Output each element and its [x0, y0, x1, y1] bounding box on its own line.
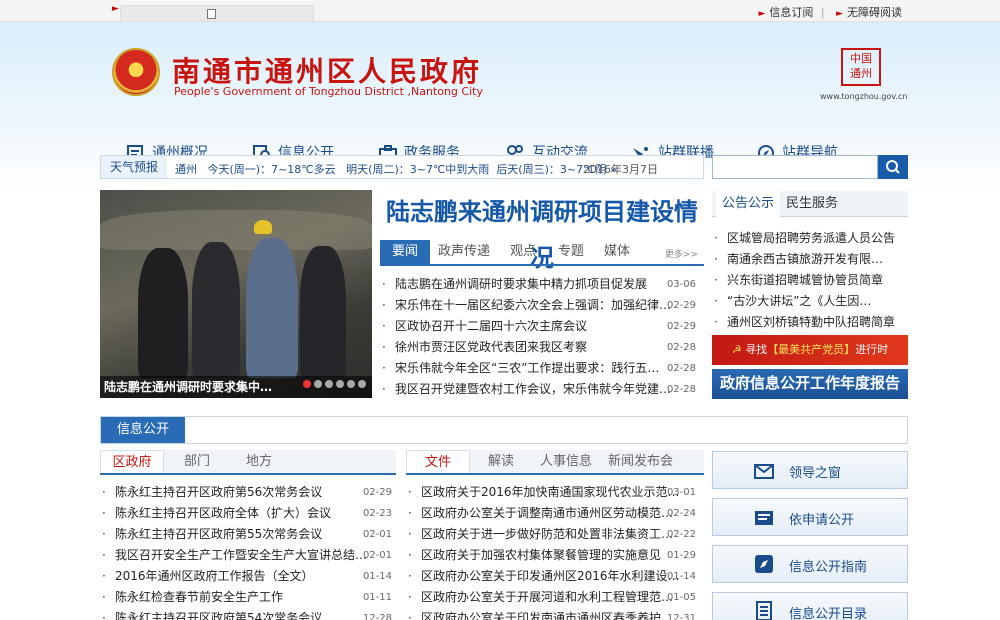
weather-today: 今天(周一)：7~18℃多云 [207, 163, 336, 176]
weather-label: 天气预报 [101, 156, 167, 178]
mail-icon [754, 464, 774, 479]
tab-announcements[interactable]: 公告公示 [716, 191, 780, 217]
headline[interactable]: 陆志鹏来通州调研项目建设情况 [380, 190, 704, 272]
list-item[interactable]: · 区政府关于2016年加快南通国家现代农业示范… 03-01 [408, 482, 696, 503]
party-emblem-icon: ☭ [731, 343, 742, 356]
list-item[interactable]: · 通州区刘桥镇特勤中队招聘简章 [714, 312, 906, 333]
list-item[interactable]: · 我区召开党建暨农村工作会议，宋乐伟就今年党建… 02-28 [382, 379, 696, 400]
mid-tabs: 文件 解读 人事信息 新闻发布会 [406, 450, 704, 475]
list-item[interactable]: · 陈永红主持召开区政府第56次常务会议 02-29 [102, 482, 392, 503]
list-item[interactable]: · 区政府办公室关于开展河道和水利工程管理范… 01-05 [408, 587, 696, 608]
apply-disclosure-button[interactable]: 依申请公开 [712, 498, 908, 536]
search-icon [886, 160, 900, 174]
list-item[interactable]: · 兴东街道招聘城管协管员简章 [714, 270, 906, 291]
list-item[interactable]: · 陈永红检查春节前安全生产工作 01-11 [102, 587, 392, 608]
current-date: 2016年3月7日 [583, 163, 658, 176]
list-item[interactable]: · 陈永红主持召开区政府全体（扩大）会议 02-23 [102, 503, 392, 524]
list-item[interactable]: · “古沙大讲坛”之《人生因… [714, 291, 906, 312]
notice-list: · 区城管局招聘劳务派遣人员公告 · 南通余西古镇旅游开发有限… · 兴东街道招聘城管… [714, 228, 906, 333]
slider-dot[interactable] [336, 380, 344, 388]
news-photo-slider[interactable]: 陆志鹏在通州调研时要求集中… [100, 190, 372, 398]
national-emblem-icon [112, 48, 160, 96]
subscribe-link[interactable]: 信息订阅 [769, 6, 813, 19]
list-item[interactable]: · 宋乐伟在十一届区纪委六次全会上强调：加强纪律… 02-29 [382, 295, 696, 316]
tab-viewpoint[interactable]: 观点 [510, 240, 536, 264]
slider-dot[interactable] [303, 380, 311, 388]
list-item[interactable]: · 徐州市贾汪区党政代表团来我区考察 02-28 [382, 337, 696, 358]
address-box[interactable] [120, 5, 314, 22]
notice-tabs: 公告公示 民生服务 [712, 191, 908, 217]
list-item[interactable]: · 区政府关于进一步做好防范和处置非法集资工… 02-22 [408, 524, 696, 545]
documents-list: · 区政府关于2016年加快南通国家现代农业示范… 03-01 · 区政府办公室关于调… [408, 482, 696, 620]
top-links: ► 信息订阅 | ► 无障碍阅读 [758, 6, 902, 19]
top-bar: ► ► 信息订阅 | ► 无障碍阅读 [0, 0, 1000, 22]
compass-icon [755, 555, 773, 573]
list-icon [756, 601, 772, 620]
section-title: 信息公开 [101, 417, 185, 443]
tongzhou-seal-logo: 中国 通州 [841, 48, 881, 86]
slider-dots [300, 377, 366, 391]
list-item[interactable]: · 区政府办公室关于调整南通市通州区劳动模范… 02-24 [408, 503, 696, 524]
list-item[interactable]: · 陈永红主持召开区政府第55次常务会议 02-01 [102, 524, 392, 545]
list-item[interactable]: · 区政府关于加强农村集体聚餐管理的实施意见 01-29 [408, 545, 696, 566]
document-icon [207, 9, 216, 19]
tab-gov-voice[interactable]: 政声传递 [438, 240, 490, 264]
seal-url: www.tongzhou.gov.cn [820, 92, 908, 101]
tab-press-conference[interactable]: 新闻发布会 [608, 450, 673, 473]
list-item[interactable]: · 南通余西古镇旅游开发有限… [714, 249, 906, 270]
list-item[interactable]: · 我区召开安全生产工作暨安全生产大宣讲总结… 02-01 [102, 545, 392, 566]
news-more-link[interactable]: 更多>> [665, 247, 698, 260]
list-item[interactable]: · 陆志鹏在通州调研时要求集中精力抓项目促发展 03-06 [382, 274, 696, 295]
tab-local[interactable]: 地方 [246, 450, 272, 473]
tab-interpretation[interactable]: 解读 [488, 450, 514, 473]
disclosure-guide-button[interactable]: 信息公开指南 [712, 545, 908, 583]
disclosure-catalog-button[interactable]: 信息公开目录 [712, 592, 908, 620]
tab-media[interactable]: 媒体 [604, 240, 630, 264]
list-item[interactable]: · 2016年通州区政府工作报告（全文） 01-14 [102, 566, 392, 587]
section-header: 信息公开 [100, 416, 908, 444]
tab-departments[interactable]: 部门 [184, 450, 210, 473]
tab-documents[interactable]: 文件 [406, 450, 470, 473]
arrow-icon: ► [112, 4, 119, 14]
slider-dot[interactable] [358, 380, 366, 388]
site-title[interactable]: 南通市通州区人民政府 [172, 50, 482, 90]
weather-tomorrow: 明天(周二)：3~7℃中到大雨 [346, 163, 490, 176]
slider-dot[interactable] [314, 380, 322, 388]
slider-dot[interactable] [325, 380, 333, 388]
news-tabs: 要闻 政声传递 观点 专题 媒体 更多>> [380, 240, 704, 266]
accessibility-link[interactable]: 无障碍阅读 [847, 6, 902, 19]
annual-report-banner[interactable]: 政府信息公开工作年度报告 [712, 369, 908, 399]
list-item[interactable]: · 区政协召开十二届四十六次主席会议 02-29 [382, 316, 696, 337]
weather-city: 通州 [175, 163, 197, 176]
list-item[interactable]: · 宋乐伟就今年全区“三农”工作提出要求：践行五… 02-28 [382, 358, 696, 379]
tab-livelihood[interactable]: 民生服务 [786, 191, 838, 217]
tab-important[interactable]: 要闻 [380, 240, 430, 264]
tab-personnel[interactable]: 人事信息 [540, 450, 592, 473]
site-subtitle: People's Government of Tongzhou District… [174, 85, 483, 98]
tab-district-gov[interactable]: 区政府 [100, 450, 164, 473]
site-search [712, 155, 908, 179]
tab-topic[interactable]: 专题 [558, 240, 584, 264]
search-button[interactable] [878, 155, 908, 179]
best-party-member-banner[interactable]: ☭ 寻找【最美共产党员】进行时 [712, 335, 908, 365]
district-gov-list: · 陈永红主持召开区政府第56次常务会议 02-29 · 陈永红主持召开区政府全体（扩… [102, 482, 392, 620]
list-item[interactable]: · 区城管局招聘劳务派遣人员公告 [714, 228, 906, 249]
list-item[interactable]: · 陈永红主持召开区政府第54次常务会议 12-28 [102, 608, 392, 620]
slider-dot[interactable] [347, 380, 355, 388]
folder-icon [755, 511, 773, 525]
list-item[interactable]: · 区政府办公室关于印发南通市通州区春季养护… 12-31 [408, 608, 696, 620]
news-list: · 陆志鹏在通州调研时要求集中精力抓项目促发展 03-06 · 宋乐伟在十一届区纪委六… [382, 274, 696, 400]
leaders-window-button[interactable]: 领导之窗 [712, 451, 908, 489]
left-tabs: 区政府 部门 地方 [100, 450, 396, 475]
search-input[interactable] [712, 155, 878, 179]
list-item[interactable]: · 区政府办公室关于印发通州区2016年水利建设… 01-14 [408, 566, 696, 587]
weather-bar: 天气预报 通州 今天(周一)：7~18℃多云 明天(周二)：3~7℃中到大雨 后… [100, 155, 704, 179]
